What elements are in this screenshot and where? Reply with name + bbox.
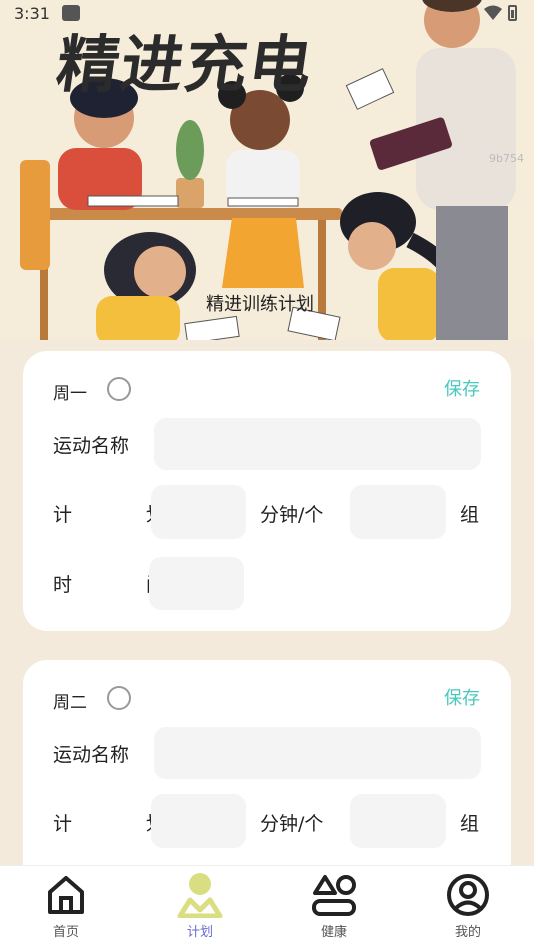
day-radio-button[interactable] xyxy=(107,377,131,401)
unit-label: 分钟/个 xyxy=(260,813,324,835)
nav-label: 计划 xyxy=(186,925,213,940)
nav-item-profile[interactable]: 我的 xyxy=(428,866,508,951)
exercise-name-label: 运动名称 xyxy=(53,744,130,766)
nav-item-plan[interactable]: 计划 xyxy=(160,866,240,951)
battery-icon xyxy=(508,5,517,21)
hero-banner: 精进充电 精进训练计划 9b754 xyxy=(0,0,534,340)
plan-duration-input[interactable] xyxy=(151,794,246,848)
plan-card-monday: 周一 保存 运动名称 计 划 分钟/个 组 时 间 xyxy=(23,351,511,631)
profile-icon xyxy=(447,874,489,916)
day-radio-button[interactable] xyxy=(107,686,131,710)
nav-item-home[interactable]: 首页 xyxy=(26,866,106,951)
status-bar: 3:31 xyxy=(0,0,534,28)
time-input[interactable] xyxy=(149,557,244,610)
day-label: 周二 xyxy=(53,693,87,713)
group-label: 组 xyxy=(460,504,480,526)
nav-label: 我的 xyxy=(454,925,481,940)
nav-label: 首页 xyxy=(52,925,79,940)
plan-duration-input[interactable] xyxy=(151,485,246,539)
hero-subtitle: 精进训练计划 xyxy=(206,294,314,315)
day-label: 周一 xyxy=(53,384,87,404)
nav-label: 健康 xyxy=(320,925,347,940)
wifi-icon xyxy=(484,5,502,20)
bottom-nav: 首页 计划 健康 我的 xyxy=(0,865,534,951)
plan-icon xyxy=(177,873,223,918)
exercise-name-input[interactable] xyxy=(154,418,481,470)
health-icon xyxy=(312,875,356,916)
nav-item-health[interactable]: 健康 xyxy=(294,866,374,951)
save-button[interactable]: 保存 xyxy=(444,375,480,401)
plan-sets-input[interactable] xyxy=(350,485,446,539)
home-icon xyxy=(48,876,84,914)
hero-watermark: 9b754 xyxy=(489,152,524,165)
unit-label: 分钟/个 xyxy=(260,504,324,526)
plan-sets-input[interactable] xyxy=(350,794,446,848)
group-label: 组 xyxy=(460,813,480,835)
status-time: 3:31 xyxy=(14,4,50,23)
save-button[interactable]: 保存 xyxy=(444,684,480,710)
exercise-name-label: 运动名称 xyxy=(53,435,130,457)
notification-app-icon xyxy=(62,5,80,21)
exercise-name-input[interactable] xyxy=(154,727,481,779)
